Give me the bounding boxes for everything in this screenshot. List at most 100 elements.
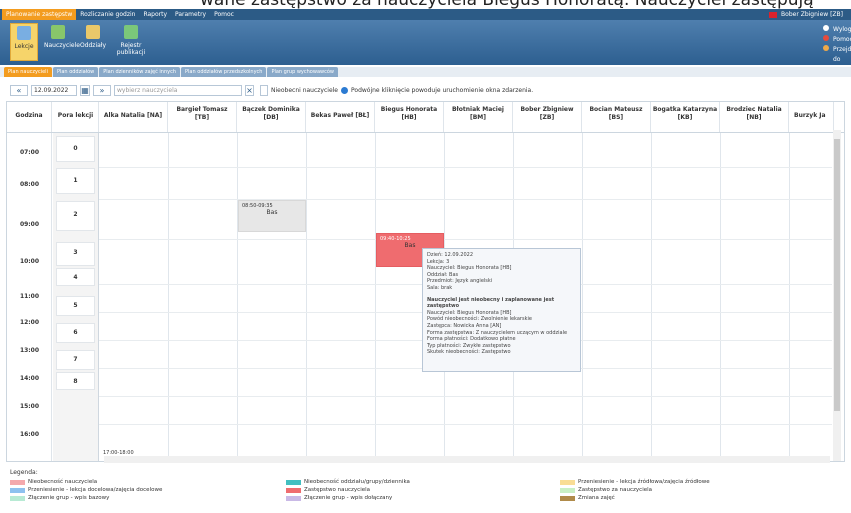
clear-icon[interactable]: × (245, 84, 254, 96)
lesson-0: 0 (56, 136, 95, 162)
tab-plan-przedszkolnych[interactable]: Plan oddziałów przedszkolnych (181, 67, 267, 77)
goto-item[interactable]: Przejdź do (823, 43, 851, 63)
tab-plan-oddzialow[interactable]: Plan oddziałów (52, 67, 99, 77)
lesson-8: 8 (56, 372, 95, 390)
prev-day-button[interactable]: « (10, 84, 28, 96)
lekcje-button[interactable]: Lekcje (10, 23, 38, 61)
hour-line (99, 167, 832, 168)
tooltip-title: Nauczyciel jest nieobecny i zaplanowane … (427, 296, 555, 310)
hint-text: Podwójne kliknięcie powoduje uruchomieni… (351, 86, 534, 94)
teacher-header-brodziec[interactable]: Brodziec Natalia [NB] (720, 102, 789, 132)
lesson-3: 3 (56, 242, 95, 266)
menu-pomoc[interactable]: Pomoc (210, 9, 238, 20)
legend-item: Nieobecność oddziału/grupy/dziennika (286, 479, 410, 485)
classes-icon (86, 25, 100, 39)
legend-swatch (560, 479, 575, 485)
teacher-header-bogatka[interactable]: Bogatka Katarzyna [KB] (651, 102, 720, 132)
teacher-select[interactable]: wybierz nauczyciela (114, 84, 242, 96)
logout-item[interactable]: Wyloguj (823, 23, 851, 33)
lesson-6: 6 (56, 323, 95, 343)
view-tabs: Plan nauczycieli Plan oddziałów Plan dzi… (0, 67, 851, 77)
teacher-header-bober[interactable]: Bober Zbigniew [ZB] (513, 102, 582, 132)
lesson-5: 5 (56, 296, 95, 316)
time-1000: 10:00 (19, 258, 40, 265)
legend-swatch (10, 487, 25, 493)
teacher-header-baczek[interactable]: Bączek Dominika [DB] (237, 102, 306, 132)
caption-strip: wane zastępstwo za nauczyciela Biegus Ho… (0, 0, 851, 9)
absent-label: Nieobecni nauczyciele (271, 86, 338, 94)
lesson-block-baczek[interactable]: 08:50-09:35 Bas (238, 200, 306, 232)
logout-icon (823, 24, 829, 31)
horizontal-scrollbar[interactable] (104, 456, 830, 463)
legend-swatch (286, 479, 301, 485)
teacher-header-bargiel[interactable]: Bargieł Tomasz [TB] (168, 102, 237, 132)
info-icon (341, 86, 348, 94)
tab-plan-nauczycieli[interactable]: Plan nauczycieli (4, 67, 52, 77)
legend-item: Zmiana zajęć (560, 495, 615, 501)
teacher-header-bocian[interactable]: Bocian Mateusz [BS] (582, 102, 651, 132)
nauczyciele-button[interactable]: Nauczyciele (44, 23, 80, 61)
column-divider (306, 133, 307, 461)
ribbon-side-menu: Wyloguj Pomoc Przejdź do (823, 23, 851, 63)
legend-item: Złączenie grup - wpis bazowy (10, 495, 109, 501)
hour-line (99, 199, 832, 200)
lesson-header: Pora lekcji (53, 102, 99, 132)
user-name[interactable]: Bober Zbigniew [ZB] (781, 9, 843, 20)
flag-icon (769, 11, 778, 18)
next-day-button[interactable]: » (93, 84, 111, 96)
legend-item: Złączenie grup - wpis dołączany (286, 495, 392, 501)
teacher-header-blotniak[interactable]: Błotniak Maciej [BM] (444, 102, 513, 132)
column-divider (651, 133, 652, 461)
legend-swatch (560, 495, 575, 501)
lesson-2: 2 (56, 201, 95, 231)
legend-item: Nieobecność nauczyciela (10, 479, 97, 485)
help-icon (823, 34, 829, 41)
lesson-4: 4 (56, 268, 95, 286)
absent-checkbox[interactable] (260, 84, 268, 96)
legend-swatch (10, 479, 25, 485)
lesson-1: 1 (56, 168, 95, 194)
column-divider (168, 133, 169, 461)
time-column: 07:00 08:00 09:00 10:00 11:00 12:00 13:0… (7, 133, 52, 461)
user-area: Bober Zbigniew [ZB] (769, 9, 843, 20)
oddzialy-button[interactable]: Oddziały (79, 23, 107, 61)
menu-planowanie[interactable]: Planowanie zastępstw (2, 9, 77, 20)
calendar-icon[interactable]: ▦ (80, 84, 90, 96)
event-tooltip: Dzień: 12.09.2022 Lekcja: 3 Nauczyciel: … (422, 248, 581, 372)
date-field[interactable]: 12.09.2022 (31, 84, 77, 96)
teacher-header-biegus[interactable]: Biegus Honorata [HB] (375, 102, 444, 132)
register-icon (124, 25, 138, 39)
tab-plan-grup[interactable]: Plan grup wychowawców (267, 67, 339, 77)
time-0700: 07:00 (19, 149, 40, 156)
teacher-header-alka[interactable]: Alka Natalia [NA] (99, 102, 168, 132)
toolbar: « 12.09.2022 ▦ » wybierz nauczyciela × N… (10, 84, 533, 96)
hour-line (99, 396, 832, 397)
time-1300: 13:00 (19, 347, 40, 354)
tab-plan-dziennikow[interactable]: Plan dzienników zajęć innych (99, 67, 181, 77)
time-1600: 16:00 (19, 431, 40, 438)
column-divider (237, 133, 238, 461)
legend-swatch (560, 487, 575, 493)
grid-header: Godzina Pora lekcji Alka Natalia [NA] Ba… (7, 102, 844, 133)
scroll-thumb[interactable] (834, 139, 840, 411)
menu-rozliczanie[interactable]: Rozliczanie godzin (76, 9, 139, 20)
help-item[interactable]: Pomoc (823, 33, 851, 43)
column-divider (375, 133, 376, 461)
legend-item: Zastępstwo za nauczyciela (560, 487, 652, 493)
caption-text: wane zastępstwo za nauczyciela Biegus Ho… (200, 0, 814, 9)
lessons-icon (17, 26, 31, 40)
time-1200: 12:00 (19, 319, 40, 326)
hour-line (99, 239, 832, 240)
teacher-header-bekas[interactable]: Bekas Paweł [BŁ] (306, 102, 375, 132)
menu-parametry[interactable]: Parametry (171, 9, 210, 20)
time-header: Godzina (7, 102, 52, 132)
legend: Legenda: Nieobecność nauczyciela Przenie… (10, 469, 830, 509)
main-menu: Planowanie zastępstw Rozliczanie godzin … (2, 9, 238, 20)
teacher-header-burzyk[interactable]: Burzyk Ja (789, 102, 834, 132)
legend-swatch (286, 487, 301, 493)
menu-raporty[interactable]: Raporty (139, 9, 171, 20)
lesson-7: 7 (56, 350, 95, 370)
vertical-scrollbar[interactable] (833, 130, 841, 461)
rejestr-button[interactable]: Rejestr publikacji (112, 23, 150, 61)
legend-item: Zastępstwo nauczyciela (286, 487, 370, 493)
